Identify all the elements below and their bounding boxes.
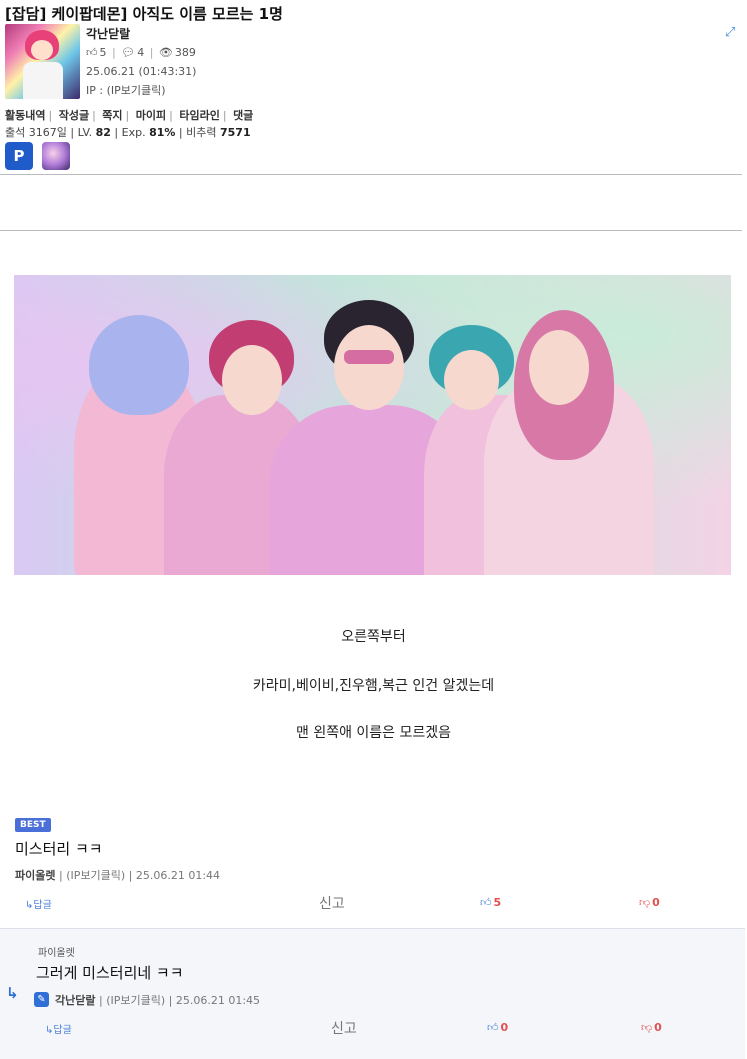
divider <box>0 174 742 175</box>
attend-value: 3167일 <box>28 126 67 139</box>
view-count: 389 <box>174 46 196 59</box>
thumbs-up-icon: 👍︎ <box>487 1021 499 1034</box>
post-image <box>14 275 731 575</box>
reply-comment-author[interactable]: 각난닫랄 <box>55 994 95 1007</box>
downvote-count: 0 <box>652 896 660 909</box>
badge-icon-2[interactable] <box>42 142 70 170</box>
thumbs-up-icon: 👍︎ <box>480 896 492 909</box>
exp-label: Exp. <box>121 126 146 139</box>
reply-button[interactable]: ↳답글 <box>45 1021 72 1036</box>
best-badge: BEST <box>15 818 51 832</box>
divider <box>0 230 742 231</box>
link-message[interactable]: 쪽지 <box>102 109 122 122</box>
downvote-button[interactable]: 👎︎ 0 <box>641 1021 662 1034</box>
lv-value: 82 <box>95 126 111 139</box>
link-posts[interactable]: 작성글 <box>59 109 89 122</box>
badge-icon[interactable]: P <box>5 142 33 170</box>
link-comments[interactable]: 댓글 <box>233 109 253 122</box>
upvote-button[interactable]: 👍︎ 0 <box>487 1021 508 1034</box>
figure-5 <box>484 310 654 575</box>
post-stats: 👍︎ 5 | 💬︎ 4 | 👁︎ 389 <box>86 46 196 59</box>
author-name[interactable]: 각난닫랄 <box>86 25 130 42</box>
link-mypi[interactable]: 마이피 <box>136 109 166 122</box>
attend-label: 출석 <box>5 126 26 139</box>
comment-text: 미스터리 ㅋㅋ <box>15 840 103 858</box>
comment-date: 25.06.21 01:44 <box>135 869 221 882</box>
reply-comment-date: 25.06.21 01:45 <box>175 994 261 1007</box>
eye-icon: 👁︎ <box>158 46 173 59</box>
expand-icon[interactable]: ⤢ <box>725 26 739 40</box>
post-date: 25.06.21 (01:43:31) <box>86 65 197 78</box>
comment-meta: 파이올렛 | (IP보기클릭) | 25.06.21 01:44 <box>15 869 221 882</box>
report-button[interactable]: 신고 <box>331 1018 357 1038</box>
body-line-3: 맨 왼쪽애 이름은 모르겠음 <box>295 725 452 741</box>
downvote-button[interactable]: 👎︎ 0 <box>639 896 660 909</box>
upvote-count: 0 <box>500 1021 509 1034</box>
exp-value: 81% <box>149 126 176 139</box>
reply-label: 답글 <box>53 1025 72 1036</box>
profile-meta: 출석 3167일 | LV. 82 | Exp. 81% | 비추력 7571 <box>5 126 251 139</box>
report-button[interactable]: 신고 <box>319 893 345 913</box>
body-line-1: 오른쪽부터 <box>341 629 406 645</box>
avatar[interactable] <box>5 24 80 99</box>
reply-comment-ip[interactable]: (IP보기클릭) <box>106 994 165 1007</box>
avatar-body <box>23 62 63 99</box>
link-activity[interactable]: 활동내역 <box>5 109 45 122</box>
body-line-2: 카라미,베이비,진우햄,복근 인건 알겠는데 <box>252 678 495 694</box>
power-label: 비추력 <box>186 126 217 139</box>
like-count: 5 <box>99 46 107 59</box>
reply-label: 답글 <box>33 900 52 911</box>
power-value: 7571 <box>220 126 251 139</box>
reply-button[interactable]: ↳답글 <box>25 896 52 911</box>
reply-comment-meta: 각난닫랄 | (IP보기클릭) | 25.06.21 01:45 <box>55 994 261 1007</box>
post-ip[interactable]: IP : (IP보기클릭) <box>86 82 166 98</box>
upvote-count: 5 <box>493 896 502 909</box>
lv-label: LV. <box>77 126 93 139</box>
avatar-face <box>31 40 53 60</box>
comment-ip[interactable]: (IP보기클릭) <box>66 869 125 882</box>
post-title: [잡담] 케이팝데몬] 아직도 이름 모르는 1명 <box>5 5 283 23</box>
link-timeline[interactable]: 타임라인 <box>179 109 219 122</box>
thumbs-up-icon: 👍︎ <box>86 46 98 59</box>
downvote-count: 0 <box>654 1021 662 1034</box>
profile-links: 활동내역 | 작성글 | 쪽지 | 마이피 | 타임라인 | 댓글 <box>5 109 254 122</box>
pencil-icon: ✎ <box>34 992 49 1007</box>
reply-to: 파이올렛 <box>38 948 75 959</box>
comment-icon: 💬︎ <box>121 46 136 59</box>
comment-author[interactable]: 파이올렛 <box>15 869 55 882</box>
reply-comment-text: 그러게 미스터리네 ㅋㅋ <box>36 964 184 982</box>
thumbs-down-icon: 👎︎ <box>639 896 651 909</box>
reply-indent-icon: ↳ <box>6 984 19 1002</box>
upvote-button[interactable]: 👍︎ 5 <box>480 896 501 909</box>
comment-count: 4 <box>137 46 145 59</box>
thumbs-down-icon: 👎︎ <box>641 1021 653 1034</box>
